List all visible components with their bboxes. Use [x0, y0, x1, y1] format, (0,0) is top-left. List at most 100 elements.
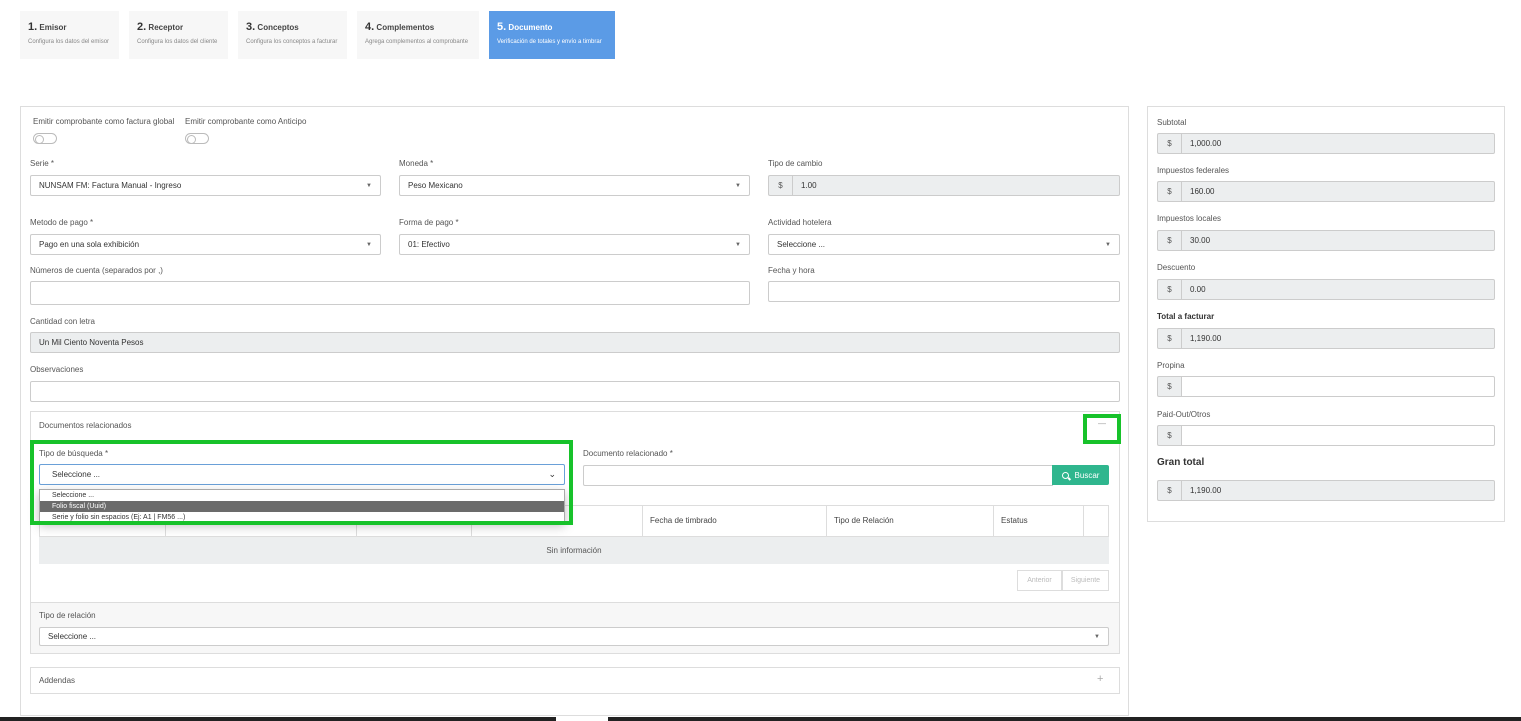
- anticipo-label: Emitir comprobante como Anticipo: [185, 117, 307, 126]
- serie-value: NUNSAM FM: Factura Manual - Ingreso: [39, 181, 182, 190]
- tipo-relacion-label: Tipo de relación: [39, 611, 96, 620]
- metodo-pago-value: Pago en una sola exhibición: [39, 240, 140, 249]
- step-number: 4.: [365, 21, 375, 33]
- currency-addon: $: [1157, 133, 1181, 154]
- impuestos-locales-label: Impuestos locales: [1157, 214, 1222, 223]
- empty-row: Sin información: [39, 537, 1109, 564]
- moneda-select[interactable]: Peso Mexicano ▼: [399, 175, 750, 196]
- step-number: 5.: [497, 21, 507, 33]
- subtotal-label: Subtotal: [1157, 118, 1187, 127]
- buscar-button[interactable]: Buscar: [1052, 465, 1109, 485]
- plus-icon[interactable]: +: [1097, 673, 1103, 685]
- cuentas-input[interactable]: [30, 281, 750, 305]
- prev-button[interactable]: Anterior: [1017, 570, 1062, 591]
- subtotal-value: 1,000.00: [1190, 139, 1222, 148]
- col-divider: [642, 505, 643, 537]
- addendas-title: Addendas: [39, 676, 76, 685]
- serie-select[interactable]: NUNSAM FM: Factura Manual - Ingreso ▼: [30, 175, 381, 196]
- next-button[interactable]: Siguiente: [1062, 570, 1109, 591]
- col-fecha-timbrado: Fecha de timbrado: [650, 516, 717, 525]
- step-title: Emisor: [39, 23, 67, 32]
- tipo-cambio-value: 1.00: [801, 181, 817, 190]
- col-tipo-relacion: Tipo de Relación: [834, 516, 894, 525]
- fecha-hora-label: Fecha y hora: [768, 266, 815, 275]
- caret-down-icon: ▼: [366, 242, 372, 248]
- currency-addon: $: [1157, 328, 1181, 349]
- highlight-collapse: [1083, 414, 1121, 444]
- impuestos-locales-value: 30.00: [1190, 236, 1211, 245]
- actividad-hotelera-value: Seleccione ...: [777, 240, 826, 249]
- step-documento[interactable]: 5. Documento Verificación de totales y e…: [489, 11, 615, 59]
- cantidad-letra-label: Cantidad con letra: [30, 317, 95, 326]
- step-title: Complementos: [376, 23, 435, 32]
- related-documents-title: Documentos relacionados: [39, 421, 132, 430]
- search-icon: [1061, 471, 1071, 481]
- gran-total-input: 1,190.00: [1181, 480, 1495, 501]
- moneda-label: Moneda *: [399, 159, 434, 168]
- caret-down-icon: ▼: [366, 183, 372, 189]
- step-number: 3.: [246, 21, 256, 33]
- cantidad-letra-input: Un Mil Ciento Noventa Pesos: [30, 332, 1120, 353]
- paid-out-input[interactable]: [1181, 425, 1495, 446]
- step-title: Documento: [508, 23, 553, 32]
- impuestos-federales-input: 160.00: [1181, 181, 1495, 202]
- cantidad-letra-value: Un Mil Ciento Noventa Pesos: [39, 338, 144, 347]
- empty-text: Sin información: [546, 546, 602, 555]
- col-divider: [826, 505, 827, 537]
- caret-down-icon: ▼: [1094, 634, 1100, 640]
- observaciones-input[interactable]: [30, 381, 1120, 402]
- tipo-cambio-input[interactable]: 1.00: [792, 175, 1120, 196]
- descuento-label: Descuento: [1157, 263, 1196, 272]
- documento-relacionado-input[interactable]: [583, 465, 1053, 486]
- step-emisor[interactable]: 1. Emisor Configura los datos del emisor: [20, 11, 119, 59]
- global-invoice-label: Emitir comprobante como factura global: [33, 117, 175, 126]
- total-facturar-label: Total a facturar: [1157, 312, 1215, 321]
- propina-input[interactable]: [1181, 376, 1495, 397]
- moneda-value: Peso Mexicano: [408, 181, 463, 190]
- anticipo-toggle[interactable]: [185, 133, 209, 144]
- gran-total-label: Gran total: [1157, 457, 1205, 468]
- global-invoice-toggle[interactable]: [33, 133, 57, 144]
- step-title: Conceptos: [257, 23, 299, 32]
- bottom-bar-left: [0, 717, 556, 721]
- gran-total-value: 1,190.00: [1190, 486, 1222, 495]
- forma-pago-value: 01: Efectivo: [408, 240, 450, 249]
- fecha-hora-input[interactable]: [768, 281, 1120, 302]
- currency-addon: $: [1157, 425, 1181, 446]
- step-subtitle: Configura los datos del emisor: [28, 39, 110, 45]
- total-facturar-value: 1,190.00: [1190, 334, 1222, 343]
- tipo-cambio-label: Tipo de cambio: [768, 159, 823, 168]
- step-title: Receptor: [148, 23, 184, 32]
- step-complementos[interactable]: 4. Complementos Agrega complementos al c…: [357, 11, 479, 59]
- paid-out-label: Paid-Out/Otros: [1157, 410, 1211, 419]
- currency-addon: $: [1157, 376, 1181, 397]
- currency-addon: $: [1157, 230, 1181, 251]
- step-subtitle: Configura los conceptos a facturar: [246, 39, 338, 45]
- addendas-card[interactable]: [30, 667, 1120, 694]
- caret-down-icon: ▼: [735, 183, 741, 189]
- col-divider: [1083, 505, 1084, 537]
- metodo-pago-select[interactable]: Pago en una sola exhibición ▼: [30, 234, 381, 255]
- step-subtitle: Agrega complementos al comprobante: [365, 39, 469, 45]
- total-facturar-input: 1,190.00: [1181, 328, 1495, 349]
- tipo-relacion-value: Seleccione ...: [48, 632, 97, 641]
- descuento-value: 0.00: [1190, 285, 1206, 294]
- observaciones-label: Observaciones: [30, 365, 84, 374]
- forma-pago-label: Forma de pago *: [399, 218, 459, 227]
- highlight-tipo-busqueda: [30, 440, 573, 525]
- actividad-hotelera-label: Actividad hotelera: [768, 218, 832, 227]
- step-receptor[interactable]: 2. Receptor Configura los datos del clie…: [129, 11, 228, 59]
- impuestos-locales-input: 30.00: [1181, 230, 1495, 251]
- step-subtitle: Verificación de totales y envío a timbra…: [497, 39, 602, 45]
- descuento-input: 0.00: [1181, 279, 1495, 300]
- subtotal-input: 1,000.00: [1181, 133, 1495, 154]
- cuentas-label: Números de cuenta (separados por ,): [30, 266, 163, 275]
- serie-label: Serie *: [30, 159, 55, 168]
- forma-pago-select[interactable]: 01: Efectivo ▼: [399, 234, 750, 255]
- actividad-hotelera-select[interactable]: Seleccione ... ▼: [768, 234, 1120, 255]
- step-number: 2.: [137, 21, 147, 33]
- tipo-relacion-select[interactable]: Seleccione ... ▼: [39, 627, 1109, 646]
- step-conceptos[interactable]: 3. Conceptos Configura los conceptos a f…: [238, 11, 347, 59]
- currency-addon: $: [1157, 279, 1181, 300]
- col-divider: [993, 505, 994, 537]
